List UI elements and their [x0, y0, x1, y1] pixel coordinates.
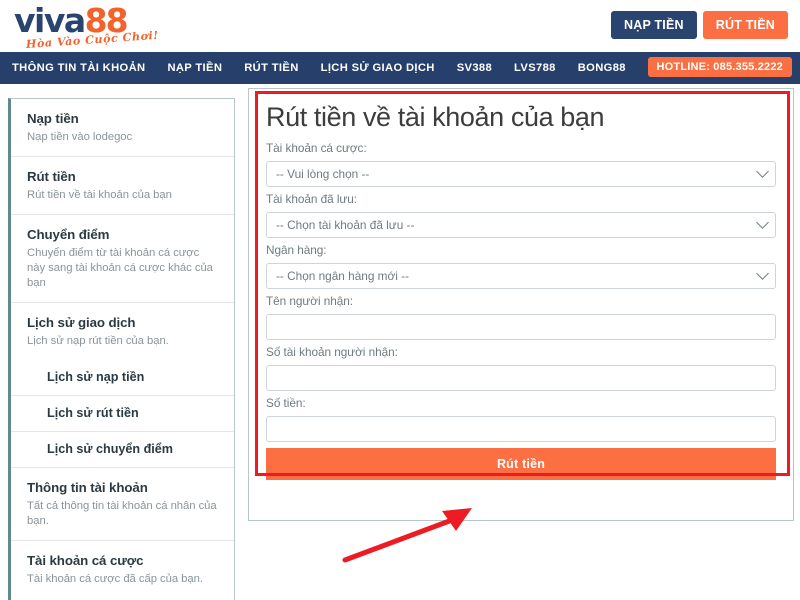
- recipient-name-input[interactable]: [266, 314, 776, 340]
- nav-item-withdraw[interactable]: RÚT TIỀN: [244, 52, 298, 84]
- select-saved-account[interactable]: -- Chọn tài khoản đã lưu --: [266, 212, 776, 238]
- sidebar-item-betting-account-title: Tài khoản cá cược: [27, 553, 144, 568]
- chevron-down-icon: [756, 165, 769, 178]
- sidebar-item-account-info[interactable]: Thông tin tài khoản Tất cả thông tin tài…: [11, 468, 234, 541]
- top-header-bar: viva88 Hòa Vào Cuộc Chơi! NẠP TIỀN RÚT T…: [0, 0, 800, 52]
- sidebar-item-account-info-title: Thông tin tài khoản: [27, 480, 148, 495]
- nav-item-transaction-history[interactable]: LỊCH SỬ GIAO DỊCH: [321, 52, 435, 84]
- deposit-button[interactable]: NẠP TIỀN: [611, 11, 697, 39]
- page-root: viva88 Hòa Vào Cuộc Chơi! NẠP TIỀN RÚT T…: [0, 0, 800, 600]
- select-betting-account-value: -- Vui lòng chọn --: [276, 167, 370, 181]
- sidebar-subitem-deposit-history[interactable]: Lịch sử nạp tiền: [11, 360, 234, 396]
- sidebar-item-deposit-title: Nạp tiền: [27, 111, 79, 126]
- label-saved-account: Tài khoản đã lưu:: [266, 192, 357, 206]
- sidebar-item-transfer-points[interactable]: Chuyển điểm Chuyển điểm từ tài khoản cá …: [11, 215, 234, 303]
- withdraw-form: Rút tiền về tài khoản của bạn Tài khoản …: [249, 89, 793, 442]
- sidebar-item-transfer-points-desc: Chuyển điểm từ tài khoản cá cược này san…: [27, 247, 213, 289]
- sidebar-menu: Nạp tiền Nạp tiền vào lodegoc Rút tiền R…: [8, 98, 235, 600]
- sidebar-item-withdraw-desc: Rút tiền về tài khoản của bạn: [27, 189, 172, 201]
- sidebar-subitem-transfer-history[interactable]: Lịch sử chuyển điểm: [11, 432, 234, 467]
- amount-input[interactable]: [266, 416, 776, 442]
- recipient-account-number-input[interactable]: [266, 365, 776, 391]
- sidebar-item-transaction-history-desc: Lịch sử nạp rút tiền của bạn.: [27, 335, 169, 347]
- sidebar-item-account-info-desc: Tất cả thông tin tài khoản cá nhân của b…: [27, 500, 217, 527]
- nav-item-sv388[interactable]: SV388: [457, 52, 492, 84]
- nav-item-deposit[interactable]: NẠP TIỀN: [167, 52, 222, 84]
- sidebar-item-deposit-desc: Nạp tiền vào lodegoc: [27, 131, 133, 143]
- sidebar-item-betting-account-desc: Tài khoản cá cược đã cấp của bạn.: [27, 573, 203, 585]
- select-bank[interactable]: -- Chọn ngân hàng mới --: [266, 263, 776, 289]
- hotline-badge[interactable]: HOTLINE: 085.355.2222: [647, 57, 792, 77]
- sidebar-item-transaction-history-title: Lịch sử giao dịch: [27, 315, 136, 330]
- label-bank: Ngân hàng:: [266, 243, 327, 257]
- sidebar-item-betting-account[interactable]: Tài khoản cá cược Tài khoản cá cược đã c…: [11, 541, 234, 598]
- label-recipient-account-number: Số tài khoản người nhận:: [266, 345, 398, 359]
- withdraw-button[interactable]: RÚT TIỀN: [702, 11, 788, 39]
- sidebar-item-withdraw[interactable]: Rút tiền Rút tiền về tài khoản của bạn: [11, 157, 234, 215]
- sidebar-item-deposit[interactable]: Nạp tiền Nạp tiền vào lodegoc: [11, 99, 234, 157]
- submit-row: Rút tiền: [249, 442, 793, 492]
- chevron-down-icon: [756, 216, 769, 229]
- page-title: Rút tiền về tài khoản của bạn: [266, 102, 605, 132]
- select-bank-value: -- Chọn ngân hàng mới --: [276, 269, 409, 283]
- select-betting-account[interactable]: -- Vui lòng chọn --: [266, 161, 776, 187]
- sidebar-item-transaction-history[interactable]: Lịch sử giao dịch Lịch sử nạp rút tiền c…: [11, 303, 234, 360]
- sidebar-subitem-withdraw-history[interactable]: Lịch sử rút tiền: [11, 396, 234, 432]
- withdraw-form-panel: Rút tiền về tài khoản của bạn Tài khoản …: [248, 88, 794, 521]
- nav-item-account-info[interactable]: THÔNG TIN TÀI KHOẢN: [12, 52, 145, 84]
- label-amount: Số tiền:: [266, 396, 306, 410]
- nav-item-bong88[interactable]: BONG88: [578, 52, 626, 84]
- sidebar-history-subgroup: Lịch sử nạp tiền Lịch sử rút tiền Lịch s…: [11, 360, 234, 468]
- submit-withdraw-button[interactable]: Rút tiền: [266, 448, 776, 480]
- label-recipient-name: Tên người nhận:: [266, 294, 354, 308]
- site-logo[interactable]: viva88 Hòa Vào Cuộc Chơi!: [14, 4, 184, 51]
- header-action-buttons: NẠP TIỀN RÚT TIỀN: [611, 11, 788, 39]
- select-saved-account-value: -- Chọn tài khoản đã lưu --: [276, 218, 415, 232]
- main-navigation-bar: THÔNG TIN TÀI KHOẢN NẠP TIỀN RÚT TIỀN LỊ…: [0, 52, 800, 84]
- sidebar-item-withdraw-title: Rút tiền: [27, 169, 76, 184]
- chevron-down-icon: [756, 267, 769, 280]
- sidebar-item-transfer-points-title: Chuyển điểm: [27, 227, 110, 242]
- nav-item-lvs788[interactable]: LVS788: [514, 52, 556, 84]
- label-betting-account: Tài khoản cá cược:: [266, 141, 367, 155]
